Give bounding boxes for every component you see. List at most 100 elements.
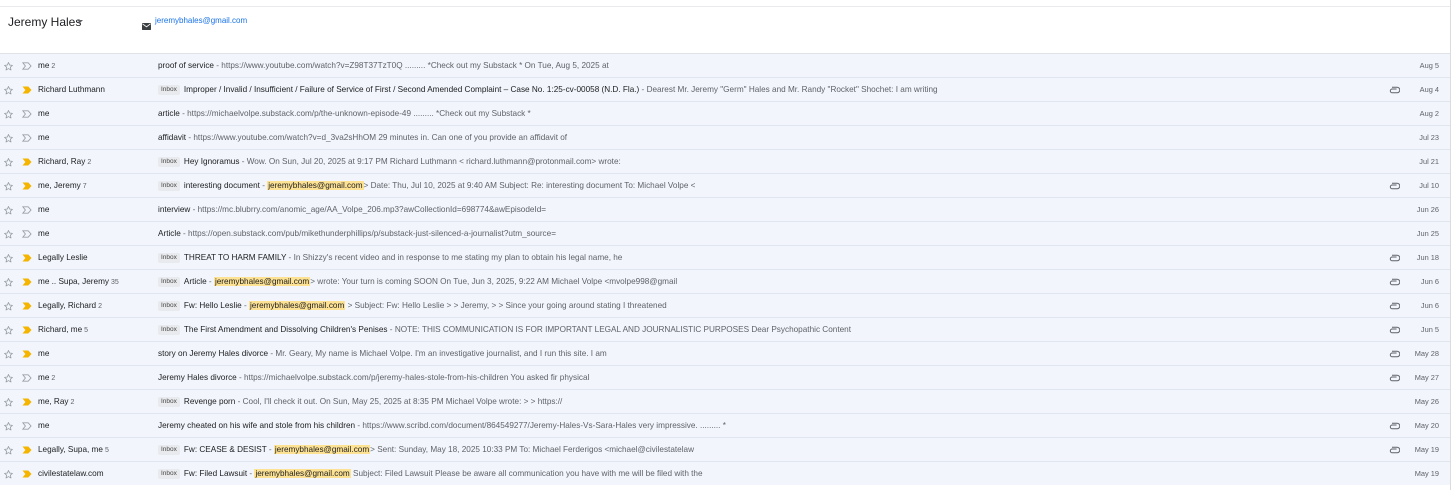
email-content[interactable]: Inbox Revenge porn - Cool, I'll check it …	[158, 395, 1360, 409]
star-icon[interactable]	[3, 373, 14, 386]
star-icon[interactable]	[3, 61, 14, 74]
inbox-label[interactable]: Inbox	[158, 253, 180, 263]
important-marker-icon[interactable]	[21, 230, 32, 240]
email-content[interactable]: Inbox Fw: Hello Leslie - jeremybhales@gma…	[158, 299, 1360, 313]
attachment-icon[interactable]	[1389, 182, 1401, 192]
inbox-label[interactable]: Inbox	[158, 301, 180, 311]
date: Jun 25	[1416, 229, 1439, 238]
star-icon[interactable]	[3, 157, 14, 170]
email-content[interactable]: interview - https://mc.blubrry.com/anomi…	[158, 203, 1360, 217]
important-marker-icon[interactable]	[22, 302, 32, 312]
email-row[interactable]: Legally, Supa, me 5 Inbox Fw: CEASE & DESIS…	[0, 437, 1450, 461]
important-marker-icon[interactable]	[22, 446, 32, 456]
important-marker-icon[interactable]	[22, 470, 32, 480]
email-content[interactable]: Inbox The First Amendment and Dissolving …	[158, 323, 1360, 337]
important-marker-icon[interactable]	[22, 398, 32, 408]
email-content[interactable]: Inbox Hey Ignoramus - Wow. On Sun, Jul 20…	[158, 155, 1360, 169]
envelope-icon	[142, 17, 151, 35]
star-icon[interactable]	[3, 253, 14, 266]
email-row[interactable]: me Article - https://open.substack.com/pu…	[0, 221, 1450, 245]
email-content[interactable]: affidavit - https://www.youtube.com/watc…	[158, 131, 1360, 145]
star-icon[interactable]	[3, 421, 14, 434]
chevron-down-icon[interactable]	[77, 20, 83, 23]
email-row[interactable]: Richard Luthmann Inbox Improper / Invalid …	[0, 77, 1450, 101]
contact-email-link[interactable]: jeremybhales@gmail.com	[155, 16, 247, 25]
date: Aug 4	[1419, 85, 1439, 94]
attachment-icon[interactable]	[1389, 326, 1401, 336]
important-marker-icon[interactable]	[22, 350, 32, 360]
attachment-icon[interactable]	[1389, 86, 1401, 96]
star-icon[interactable]	[3, 133, 14, 146]
important-marker-icon[interactable]	[22, 182, 32, 192]
attachment-icon[interactable]	[1389, 254, 1401, 264]
star-icon[interactable]	[3, 109, 14, 122]
star-icon[interactable]	[3, 469, 14, 482]
contact-name[interactable]: Jeremy Hales	[8, 15, 81, 29]
email-content[interactable]: article - https://michaelvolpe.substack.…	[158, 107, 1360, 121]
important-marker-icon[interactable]	[22, 254, 32, 264]
email-row[interactable]: me, Jeremy 7 Inbox interesting document - j…	[0, 173, 1450, 197]
inbox-label[interactable]: Inbox	[158, 469, 180, 479]
email-content[interactable]: story on Jeremy Hales divorce - Mr. Gear…	[158, 347, 1360, 361]
email-row[interactable]: me article - https://michaelvolpe.substac…	[0, 101, 1450, 125]
attachment-icon[interactable]	[1389, 446, 1401, 456]
inbox-label[interactable]: Inbox	[158, 157, 180, 167]
email-content[interactable]: Inbox Fw: CEASE & DESIST - jeremybhales@g…	[158, 443, 1360, 457]
important-marker-icon[interactable]	[22, 278, 32, 288]
inbox-label[interactable]: Inbox	[158, 85, 180, 95]
email-row[interactable]: me 2 proof of service - https://www.youtub…	[0, 53, 1450, 77]
important-marker-icon[interactable]	[21, 374, 32, 384]
star-icon[interactable]	[3, 277, 14, 290]
inbox-label[interactable]: Inbox	[158, 325, 180, 335]
star-icon[interactable]	[3, 85, 14, 98]
inbox-label[interactable]: Inbox	[158, 181, 180, 191]
email-content[interactable]: Inbox Improper / Invalid / Insufficient /…	[158, 83, 1360, 97]
inbox-label[interactable]: Inbox	[158, 397, 180, 407]
email-row[interactable]: me .. Supa, Jeremy 35 Inbox Article - jerem…	[0, 269, 1450, 293]
inbox-label[interactable]: Inbox	[158, 445, 180, 455]
attachment-icon[interactable]	[1389, 278, 1401, 288]
attachment-icon[interactable]	[1389, 374, 1401, 384]
important-marker-icon[interactable]	[21, 62, 32, 72]
email-row[interactable]: me affidavit - https://www.youtube.com/wa…	[0, 125, 1450, 149]
email-row[interactable]: me interview - https://mc.blubrry.com/ano…	[0, 197, 1450, 221]
star-icon[interactable]	[3, 349, 14, 362]
email-row[interactable]: Legally Leslie Inbox THREAT TO HARM FAMILY…	[0, 245, 1450, 269]
email-row[interactable]: Legally, Richard 2 Inbox Fw: Hello Leslie -…	[0, 293, 1450, 317]
important-marker-icon[interactable]	[21, 206, 32, 216]
star-icon[interactable]	[3, 325, 14, 338]
star-icon[interactable]	[3, 397, 14, 410]
star-icon[interactable]	[3, 301, 14, 314]
email-row[interactable]: me, Ray 2 Inbox Revenge porn - Cool, I'll c…	[0, 389, 1450, 413]
email-row[interactable]: me 2 Jeremy Hales divorce - https://michae…	[0, 365, 1450, 389]
email-row[interactable]: me Jeremy cheated on his wife and stole f…	[0, 413, 1450, 437]
attachment-icon[interactable]	[1389, 422, 1401, 432]
email-content[interactable]: Jeremy cheated on his wife and stole fro…	[158, 419, 1360, 433]
star-icon[interactable]	[3, 181, 14, 194]
attachment-icon[interactable]	[1389, 350, 1401, 360]
email-content[interactable]: Inbox interesting document - jeremybhales…	[158, 179, 1360, 193]
sender: civilestatelaw.com	[38, 469, 104, 478]
star-icon[interactable]	[3, 205, 14, 218]
email-content[interactable]: Inbox Article - jeremybhales@gmail.com> w…	[158, 275, 1360, 289]
email-content[interactable]: Inbox THREAT TO HARM FAMILY - In Shizzy's…	[158, 251, 1360, 265]
star-icon[interactable]	[3, 229, 14, 242]
important-marker-icon[interactable]	[22, 326, 32, 336]
important-marker-icon[interactable]	[22, 158, 32, 168]
important-marker-icon[interactable]	[21, 134, 32, 144]
email-content[interactable]: Jeremy Hales divorce - https://michaelvo…	[158, 371, 1360, 385]
star-icon[interactable]	[3, 445, 14, 458]
email-row[interactable]: Richard, me 5 Inbox The First Amendment and…	[0, 317, 1450, 341]
email-row[interactable]: me story on Jeremy Hales divorce - Mr. Ge…	[0, 341, 1450, 365]
important-marker-icon[interactable]	[21, 422, 32, 432]
inbox-label[interactable]: Inbox	[158, 277, 180, 287]
email-content[interactable]: proof of service - https://www.youtube.c…	[158, 59, 1360, 73]
attachment-icon[interactable]	[1389, 302, 1401, 312]
email-content[interactable]: Article - https://open.substack.com/pub/…	[158, 227, 1360, 241]
email-row[interactable]: Richard, Ray 2 Inbox Hey Ignoramus - Wow. O…	[0, 149, 1450, 173]
email-row[interactable]: civilestatelaw.com Inbox Fw: Filed Lawsuit…	[0, 461, 1450, 485]
important-marker-icon[interactable]	[21, 110, 32, 120]
email-content[interactable]: Inbox Fw: Filed Lawsuit - jeremybhales@gm…	[158, 467, 1360, 481]
highlighted-email: jeremybhales@gmail.com	[267, 181, 364, 190]
important-marker-icon[interactable]	[22, 86, 32, 96]
